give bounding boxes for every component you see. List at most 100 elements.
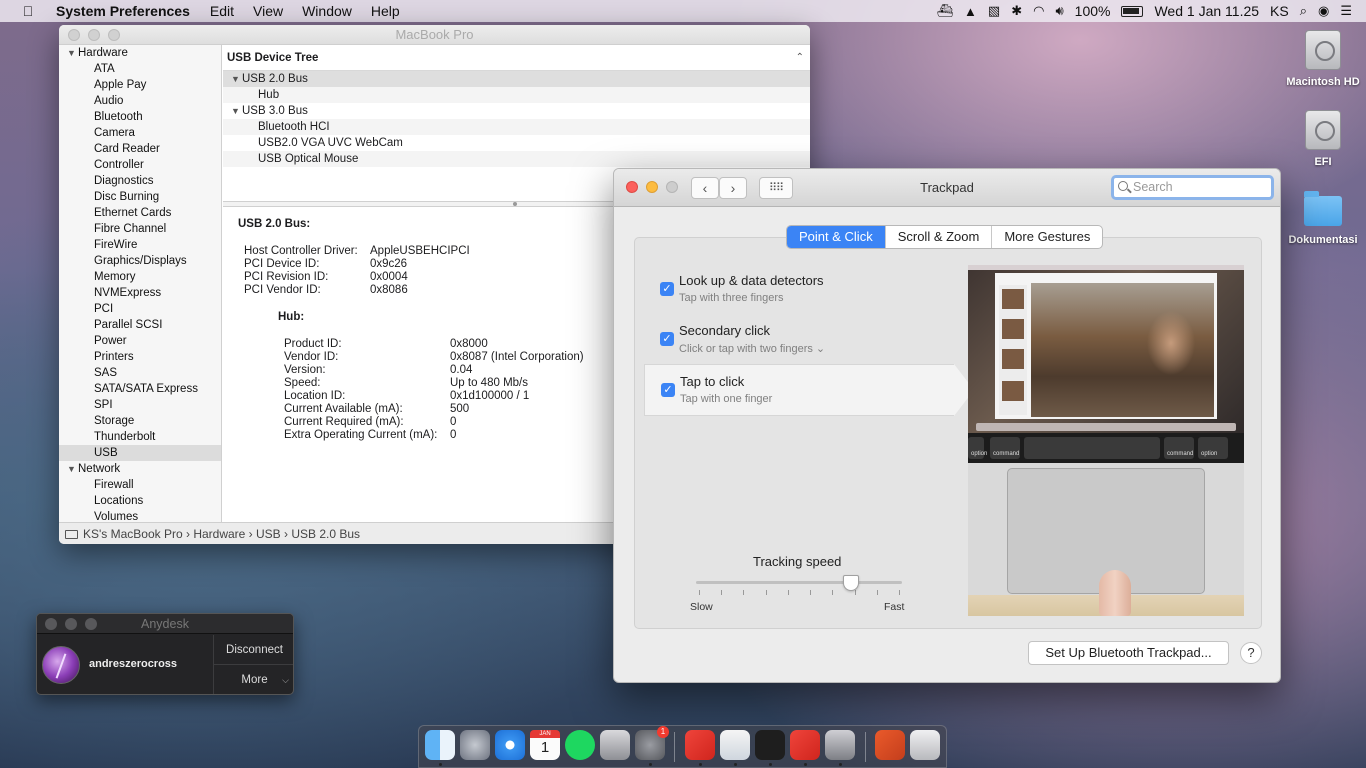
disclosure-triangle-icon[interactable]: ▼ xyxy=(231,103,242,119)
sidebar-item-usb[interactable]: USB xyxy=(59,445,221,461)
search-field[interactable]: Search xyxy=(1111,175,1274,200)
desktop-icon-dokumentasi[interactable]: Dokumentasi xyxy=(1283,191,1363,246)
tree-row-optical-mouse[interactable]: USB Optical Mouse xyxy=(223,151,810,167)
tab-point-click[interactable]: Point & Click xyxy=(787,226,886,248)
finder-icon[interactable] xyxy=(425,730,455,760)
zoom-button[interactable] xyxy=(666,181,678,193)
sidebar-category-network[interactable]: ▼ Network xyxy=(59,461,221,477)
spotify-icon[interactable] xyxy=(565,730,595,760)
checkbox-tap-to-click[interactable]: ✓ xyxy=(661,383,675,397)
sidebar-item-apple-pay[interactable]: Apple Pay xyxy=(59,77,221,93)
menu-window[interactable]: Window xyxy=(302,3,352,19)
sidebar-item-ata[interactable]: ATA xyxy=(59,61,221,77)
sidebar-item-camera[interactable]: Camera xyxy=(59,125,221,141)
disclosure-triangle-icon[interactable]: ▼ xyxy=(67,461,78,477)
anydesk-titlebar[interactable]: Anydesk xyxy=(37,614,293,634)
close-button[interactable] xyxy=(45,618,57,630)
activity-monitor-icon[interactable]: ▧ xyxy=(988,3,1000,19)
sidebar-item-volumes[interactable]: Volumes xyxy=(59,509,221,522)
trash-icon[interactable] xyxy=(910,730,940,760)
tracking-speed-slider[interactable] xyxy=(696,581,902,584)
zoom-button[interactable] xyxy=(108,29,120,41)
tree-row-bluetooth-hci[interactable]: Bluetooth HCI xyxy=(223,119,810,135)
option-secondary-click[interactable]: ✓ Secondary click Click or tap with two … xyxy=(644,314,954,366)
office-icon[interactable] xyxy=(875,730,905,760)
siri-icon[interactable]: ◉ xyxy=(1318,3,1329,19)
system-information-icon[interactable] xyxy=(600,730,630,760)
show-all-button[interactable]: ⠿⠿ xyxy=(759,177,793,199)
close-button[interactable] xyxy=(68,29,80,41)
forward-button[interactable]: › xyxy=(719,177,747,199)
disclosure-triangle-icon[interactable]: ▼ xyxy=(67,45,78,61)
tab-more-gestures[interactable]: More Gestures xyxy=(992,226,1102,248)
bluetooth-icon[interactable]: ✱ xyxy=(1011,3,1022,19)
user-menu[interactable]: KS xyxy=(1270,3,1289,19)
sidebar-item-ethernet-cards[interactable]: Ethernet Cards xyxy=(59,205,221,221)
sidebar-item-firewall[interactable]: Firewall xyxy=(59,477,221,493)
minimize-button[interactable] xyxy=(646,181,658,193)
tree-row-hub[interactable]: Hub xyxy=(223,87,810,103)
sidebar-item-locations[interactable]: Locations xyxy=(59,493,221,509)
sidebar-item-audio[interactable]: Audio xyxy=(59,93,221,109)
disclosure-triangle-icon[interactable]: ▼ xyxy=(231,71,242,87)
safari-icon[interactable] xyxy=(495,730,525,760)
slider-knob[interactable] xyxy=(842,575,859,591)
sidebar-item-pci[interactable]: PCI xyxy=(59,301,221,317)
option-sub-dropdown[interactable]: Click or tap with two fingers ⌄ xyxy=(679,342,825,355)
sidebar-item-storage[interactable]: Storage xyxy=(59,413,221,429)
tab-scroll-zoom[interactable]: Scroll & Zoom xyxy=(886,226,993,248)
more-button[interactable]: More ⌵ xyxy=(213,665,293,694)
sidebar-item-spi[interactable]: SPI xyxy=(59,397,221,413)
disconnect-button[interactable]: Disconnect xyxy=(213,635,293,665)
desktop-icon-efi[interactable]: EFI xyxy=(1283,110,1363,168)
system-preferences-icon[interactable]: 1 xyxy=(635,726,669,760)
sidebar-item-controller[interactable]: Controller xyxy=(59,157,221,173)
launchpad-icon[interactable] xyxy=(460,730,490,760)
anydesk-alt-icon[interactable] xyxy=(790,730,820,760)
wifi-icon[interactable]: ◠ xyxy=(1033,3,1044,19)
calendar-icon[interactable]: JAN 1 xyxy=(530,730,560,760)
window-titlebar[interactable]: MacBook Pro xyxy=(59,25,810,45)
terminal-icon[interactable] xyxy=(755,730,785,760)
sidebar-item-disc-burning[interactable]: Disc Burning xyxy=(59,189,221,205)
tree-row-usb3-bus[interactable]: ▼ USB 3.0 Bus xyxy=(223,103,810,119)
window-toolbar[interactable]: ‹ › ⠿⠿ Trackpad Search xyxy=(614,169,1280,207)
sidebar-item-fibre-channel[interactable]: Fibre Channel xyxy=(59,221,221,237)
sidebar-item-memory[interactable]: Memory xyxy=(59,269,221,285)
menu-app-name[interactable]: System Preferences xyxy=(56,3,190,19)
minimize-button[interactable] xyxy=(88,29,100,41)
sidebar-item-sata-sata-express[interactable]: SATA/SATA Express xyxy=(59,381,221,397)
menu-edit[interactable]: Edit xyxy=(210,3,234,19)
menu-help[interactable]: Help xyxy=(371,3,400,19)
sidebar-item-parallel-scsi[interactable]: Parallel SCSI xyxy=(59,317,221,333)
sidebar-item-firewire[interactable]: FireWire xyxy=(59,237,221,253)
battery-percent[interactable]: 100% xyxy=(1075,3,1111,19)
checkbox-secondary-click[interactable]: ✓ xyxy=(660,332,674,346)
tree-row-webcam[interactable]: USB2.0 VGA UVC WebCam xyxy=(223,135,810,151)
breadcrumb-path[interactable]: KS's MacBook Pro › Hardware › USB › USB … xyxy=(83,527,360,541)
sidebar-item-nvmexpress[interactable]: NVMExpress xyxy=(59,285,221,301)
checkbox-look-up[interactable]: ✓ xyxy=(660,282,674,296)
status-app-icon[interactable]: ⛴ xyxy=(937,3,954,19)
sidebar-category-hardware[interactable]: ▼ Hardware xyxy=(59,45,221,61)
menu-view[interactable]: View xyxy=(253,3,283,19)
back-button[interactable]: ‹ xyxy=(691,177,719,199)
desktop-icon-macintosh-hd[interactable]: Macintosh HD xyxy=(1283,30,1363,88)
anydesk-icon[interactable] xyxy=(685,730,715,760)
close-button[interactable] xyxy=(626,181,638,193)
tree-row-usb2-bus[interactable]: ▼ USB 2.0 Bus xyxy=(223,71,810,87)
sidebar-item-diagnostics[interactable]: Diagnostics xyxy=(59,173,221,189)
battery-icon[interactable] xyxy=(1121,5,1144,17)
sidebar-item-bluetooth[interactable]: Bluetooth xyxy=(59,109,221,125)
preview-icon[interactable] xyxy=(720,730,750,760)
mountain-icon[interactable]: ▲ xyxy=(964,4,977,19)
sidebar-item-power[interactable]: Power xyxy=(59,333,221,349)
help-button[interactable]: ? xyxy=(1240,642,1262,664)
sidebar-item-sas[interactable]: SAS xyxy=(59,365,221,381)
tree-header[interactable]: USB Device Tree ⌃ xyxy=(223,45,810,71)
sidebar-item-thunderbolt[interactable]: Thunderbolt xyxy=(59,429,221,445)
sidebar-item-printers[interactable]: Printers xyxy=(59,349,221,365)
setup-bluetooth-trackpad-button[interactable]: Set Up Bluetooth Trackpad... xyxy=(1028,641,1229,665)
spotlight-search-icon[interactable]: ⌕ xyxy=(1300,3,1307,19)
sidebar-item-graphics-displays[interactable]: Graphics/Displays xyxy=(59,253,221,269)
